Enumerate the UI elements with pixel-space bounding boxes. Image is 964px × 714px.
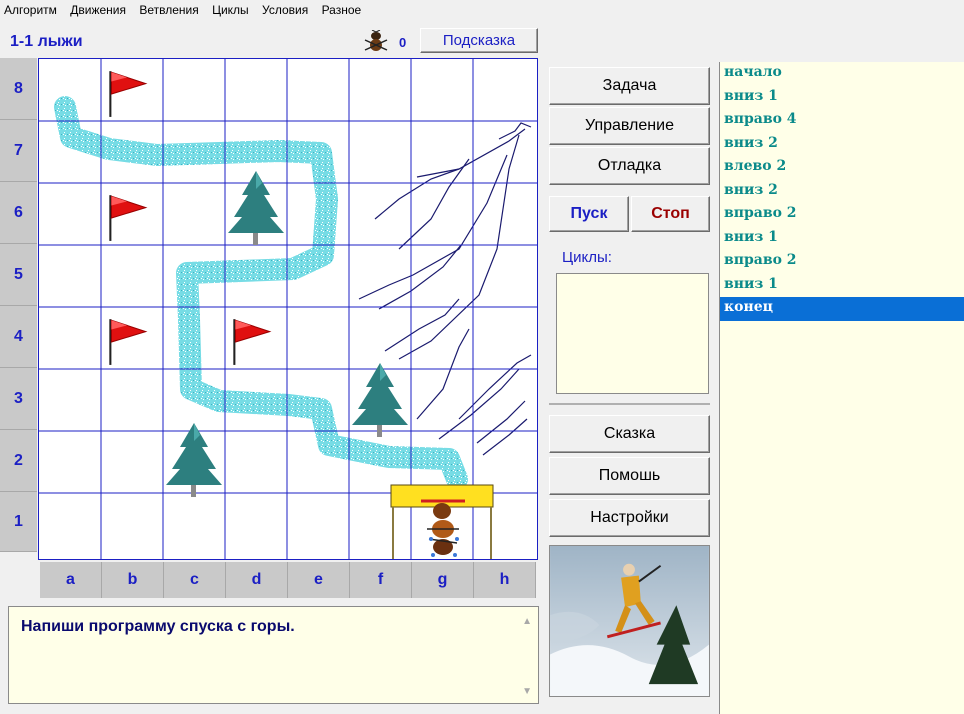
- tree-icon: [228, 171, 284, 245]
- debug-button[interactable]: Отладка: [549, 147, 710, 185]
- divider: [549, 403, 710, 405]
- row-label: 1: [0, 492, 37, 552]
- col-label: d: [226, 562, 288, 598]
- story-button[interactable]: Сказка: [549, 415, 710, 453]
- col-label: g: [412, 562, 474, 598]
- col-label: c: [164, 562, 226, 598]
- control-button[interactable]: Управление: [549, 107, 710, 145]
- ant-skier-icon: [421, 499, 465, 557]
- level-title: 1-1 лыжи: [10, 33, 83, 50]
- col-label: h: [474, 562, 536, 598]
- scroll-down-icon[interactable]: ▼: [522, 686, 532, 697]
- program-line[interactable]: вниз 2: [720, 133, 964, 157]
- program-line[interactable]: начало: [720, 62, 964, 86]
- tree-icon: [166, 423, 222, 497]
- row-label: 4: [0, 306, 37, 368]
- col-label: f: [350, 562, 412, 598]
- task-text-box[interactable]: Напиши программу спуска с горы. ▲ ▼: [8, 606, 539, 704]
- cycles-box[interactable]: [556, 273, 709, 394]
- program-line[interactable]: вниз 1: [720, 227, 964, 251]
- row-label: 7: [0, 120, 37, 182]
- game-board: 8 7 6 5 4 3 2 1 a b c d e f g h: [0, 58, 540, 600]
- program-line[interactable]: вниз 1: [720, 274, 964, 298]
- col-label: e: [288, 562, 350, 598]
- run-button[interactable]: Пуск: [549, 196, 629, 232]
- skier-photo: [549, 545, 710, 697]
- scroll-up-icon[interactable]: ▲: [522, 616, 532, 627]
- program-line-selected[interactable]: конец: [720, 297, 964, 321]
- col-label: a: [40, 562, 102, 598]
- menu-misc[interactable]: Разное: [317, 0, 367, 20]
- menu-conditions[interactable]: Условия: [257, 0, 313, 20]
- settings-button[interactable]: Настройки: [549, 499, 710, 537]
- menu-cycles[interactable]: Циклы: [207, 0, 254, 20]
- program-list[interactable]: начало вниз 1 вправо 4 вниз 2 влево 2 вн…: [719, 62, 964, 714]
- menu-movements[interactable]: Движения: [65, 0, 131, 20]
- row-label: 2: [0, 430, 37, 492]
- flag-icon: [233, 318, 271, 367]
- program-line[interactable]: вправо 4: [720, 109, 964, 133]
- col-label: b: [102, 562, 164, 598]
- program-line[interactable]: вправо 2: [720, 203, 964, 227]
- task-button[interactable]: Задача: [549, 67, 710, 105]
- flag-icon: [109, 194, 147, 243]
- program-line[interactable]: вниз 2: [720, 180, 964, 204]
- task-text: Напиши программу спуска с горы.: [21, 618, 295, 635]
- program-line[interactable]: вниз 1: [720, 86, 964, 110]
- row-label: 8: [0, 58, 37, 120]
- program-line[interactable]: вправо 2: [720, 250, 964, 274]
- flag-icon: [109, 70, 147, 119]
- help-button[interactable]: Помошь: [549, 457, 710, 495]
- menu-algorithm[interactable]: Алгоритм: [0, 0, 62, 20]
- row-label: 3: [0, 368, 37, 430]
- row-label: 6: [0, 182, 37, 244]
- stop-button[interactable]: Стоп: [631, 196, 710, 232]
- menu-bar: Алгоритм Движения Ветвления Циклы Услови…: [0, 0, 964, 20]
- cycles-label: Циклы:: [562, 249, 612, 266]
- ant-icon: [364, 30, 388, 51]
- flag-icon: [109, 318, 147, 367]
- menu-branches[interactable]: Ветвления: [134, 0, 203, 20]
- score-value: 0: [399, 35, 407, 50]
- program-line[interactable]: влево 2: [720, 156, 964, 180]
- hint-button[interactable]: Подсказка: [420, 28, 538, 53]
- tree-icon: [352, 363, 408, 437]
- board-grid[interactable]: [38, 58, 538, 560]
- row-label: 5: [0, 244, 37, 306]
